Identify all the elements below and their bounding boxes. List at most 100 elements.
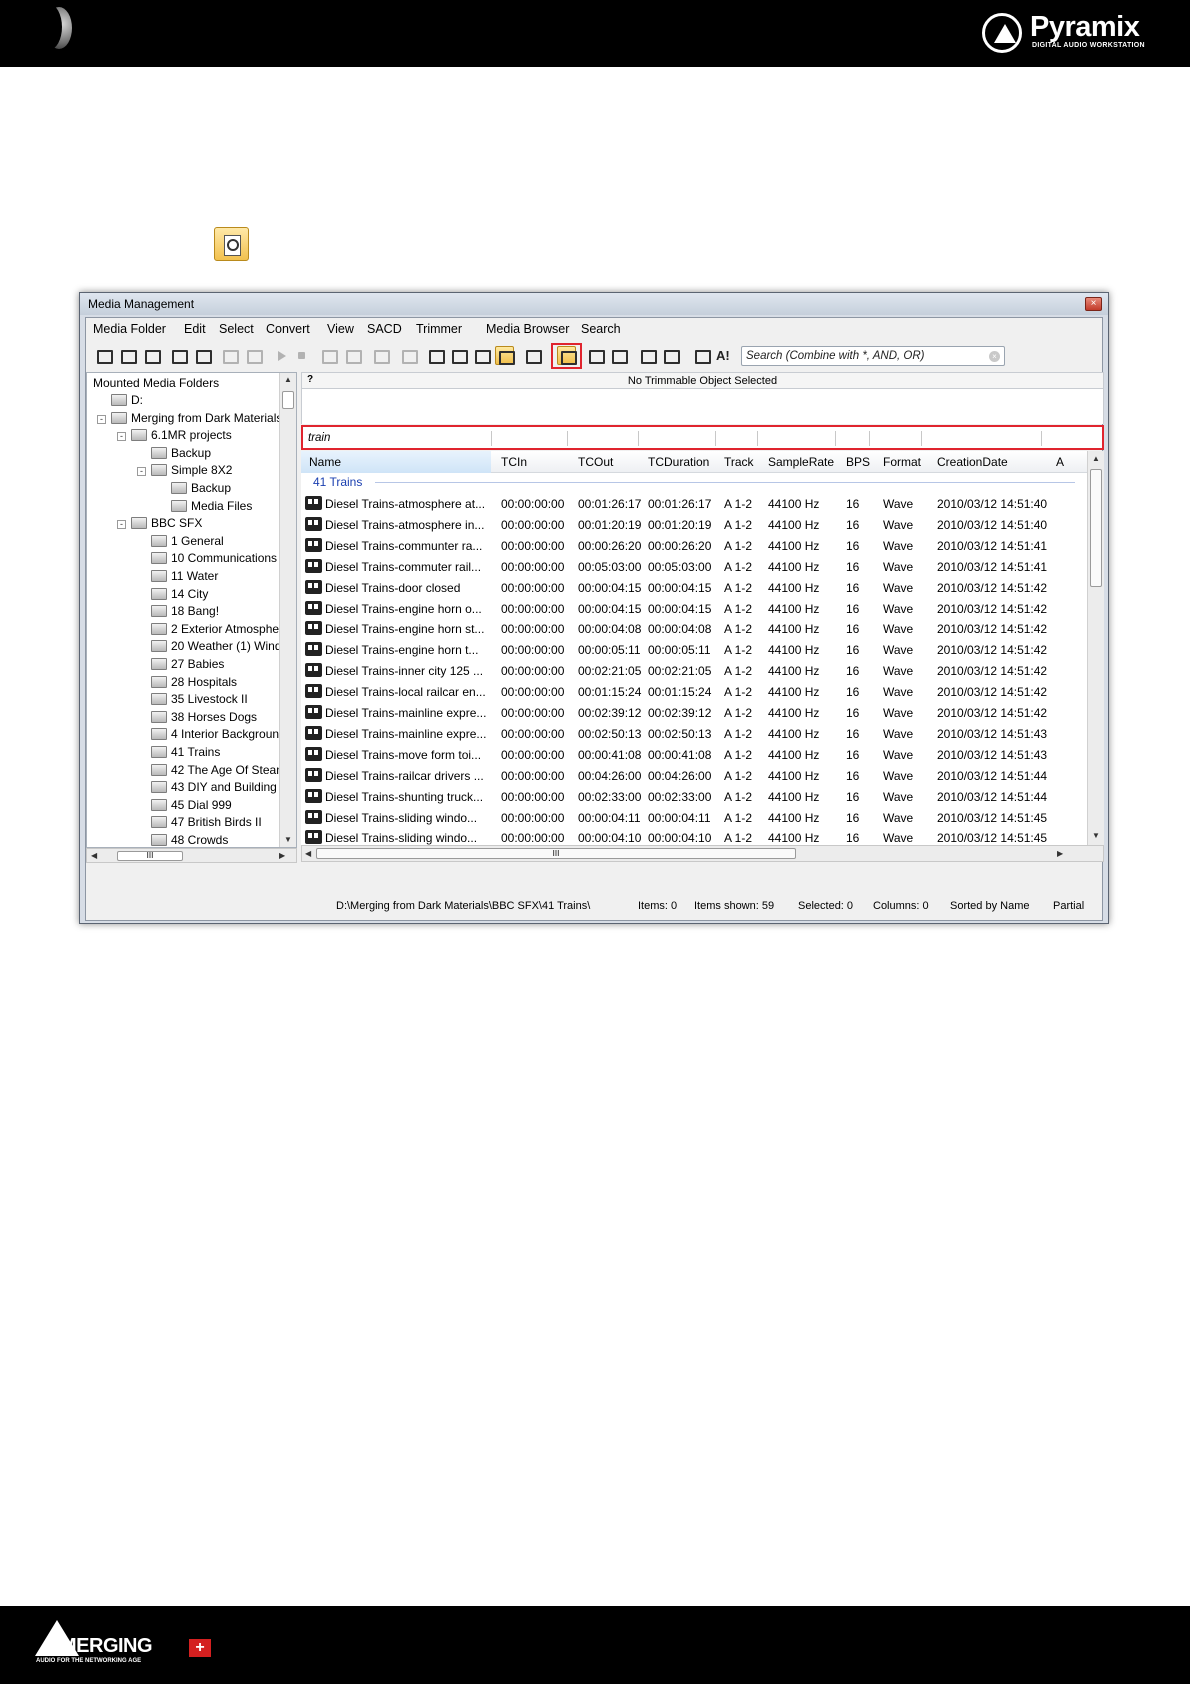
- list-horizontal-scrollbar[interactable]: ◀ III ▶: [301, 845, 1104, 862]
- menu-media-browser[interactable]: Media Browser: [486, 322, 569, 336]
- tree-node[interactable]: 10 Communications: [151, 551, 277, 565]
- snapshot-icon[interactable]: [193, 346, 212, 365]
- import-icon[interactable]: [638, 346, 657, 365]
- table-row[interactable]: Diesel Trains-mainline expre... 00:00:00:…: [301, 702, 1087, 723]
- group-header[interactable]: 41 Trains: [313, 475, 362, 489]
- list-view-icon[interactable]: [449, 346, 468, 365]
- menu-media-folder[interactable]: Media Folder: [93, 322, 166, 336]
- copy-icon[interactable]: [220, 346, 239, 365]
- tree-node[interactable]: Merging from Dark Materials: [111, 411, 282, 425]
- menu-convert[interactable]: Convert: [266, 322, 310, 336]
- tree-node[interactable]: 35 Livestock II: [151, 692, 248, 706]
- tree-hscroll-thumb[interactable]: III: [117, 851, 183, 861]
- column-header-tcout[interactable]: TCOut: [578, 455, 613, 469]
- list-hscroll-thumb[interactable]: III: [316, 848, 796, 859]
- column-header-name[interactable]: Name: [309, 455, 341, 469]
- tree-node[interactable]: Simple 8X2: [151, 463, 232, 477]
- collapse-toggle-icon[interactable]: -: [117, 432, 126, 442]
- tree-node[interactable]: 45 Dial 999: [151, 798, 232, 812]
- column-header-tcduration[interactable]: TCDuration: [648, 455, 709, 469]
- tree-node[interactable]: 27 Babies: [151, 657, 224, 671]
- menu-sacd[interactable]: SACD: [367, 322, 402, 336]
- trimmer-icon[interactable]: [586, 346, 605, 365]
- small-icons-view-icon[interactable]: [426, 346, 445, 365]
- tree-node[interactable]: 20 Weather (1) Winds: [151, 639, 288, 653]
- scroll-up-arrow-icon[interactable]: ▲: [284, 375, 292, 384]
- column-header-samplerate[interactable]: SampleRate: [768, 455, 834, 469]
- tree-node[interactable]: 43 DIY and Building: [151, 780, 277, 794]
- tree-node[interactable]: 6.1MR projects: [131, 428, 232, 442]
- tool-icon[interactable]: [371, 346, 390, 365]
- tree-node[interactable]: Media Files: [171, 499, 252, 513]
- collapse-toggle-icon[interactable]: -: [97, 414, 106, 424]
- column-view-icon[interactable]: [495, 346, 515, 365]
- search-input[interactable]: Search (Combine with *, AND, OR) ×: [741, 346, 1005, 366]
- table-row[interactable]: Diesel Trains-sliding windo... 00:00:00:0…: [301, 827, 1087, 845]
- new-file-icon[interactable]: [319, 346, 338, 365]
- table-row[interactable]: Diesel Trains-engine horn st... 00:00:00:…: [301, 618, 1087, 639]
- scroll-right-arrow-icon[interactable]: ▶: [279, 851, 285, 860]
- tree-node[interactable]: D:: [111, 393, 143, 407]
- play-icon[interactable]: [272, 346, 291, 365]
- tree-node[interactable]: 38 Horses Dogs: [151, 710, 257, 724]
- edit-folder-icon[interactable]: [142, 346, 161, 365]
- details-view-icon[interactable]: [472, 346, 491, 365]
- clear-search-icon[interactable]: ×: [989, 351, 1000, 362]
- stop-icon[interactable]: [292, 346, 311, 365]
- table-row[interactable]: Diesel Trains-sliding windo... 00:00:00:0…: [301, 807, 1087, 828]
- menu-trimmer[interactable]: Trimmer: [416, 322, 462, 336]
- tree-node[interactable]: Backup: [151, 446, 211, 460]
- collapse-toggle-icon[interactable]: -: [137, 467, 146, 477]
- tree-node[interactable]: 48 Crowds: [151, 833, 228, 847]
- open-folder-icon[interactable]: [169, 346, 188, 365]
- document-icon[interactable]: [609, 346, 628, 365]
- table-row[interactable]: Diesel Trains-atmosphere in... 00:00:00:0…: [301, 514, 1087, 535]
- window-titlebar[interactable]: Media Management ×: [80, 293, 1108, 315]
- column-header-tcin[interactable]: TCIn: [501, 455, 527, 469]
- table-row[interactable]: Diesel Trains-move form toi... 00:00:00:0…: [301, 744, 1087, 765]
- name-filter-field[interactable]: train: [308, 432, 330, 444]
- column-header-more[interactable]: A: [1056, 455, 1064, 469]
- menu-select[interactable]: Select: [219, 322, 254, 336]
- unmount-folder-icon[interactable]: [118, 346, 137, 365]
- table-row[interactable]: Diesel Trains-shunting truck... 00:00:00:…: [301, 786, 1087, 807]
- column-header-track[interactable]: Track: [724, 455, 754, 469]
- table-row[interactable]: Diesel Trains-inner city 125 ... 00:00:00…: [301, 660, 1087, 681]
- clipboard-icon[interactable]: [343, 346, 362, 365]
- window-layout-icon[interactable]: [692, 346, 711, 365]
- search-filter-row[interactable]: train: [301, 425, 1104, 450]
- column-header-bps[interactable]: BPS: [846, 455, 870, 469]
- tree-node[interactable]: 2 Exterior Atmosphere: [151, 622, 290, 636]
- tree-node[interactable]: 42 The Age Of Steam: [151, 763, 286, 777]
- tree-node[interactable]: 47 British Birds II: [151, 815, 262, 829]
- paste-icon[interactable]: [244, 346, 263, 365]
- table-row[interactable]: Diesel Trains-mainline expre... 00:00:00:…: [301, 723, 1087, 744]
- tree-node[interactable]: 41 Trains: [151, 745, 220, 759]
- tree-vertical-scrollbar[interactable]: ▲ ▼: [279, 373, 296, 847]
- table-row[interactable]: Diesel Trains-atmosphere at... 00:00:00:0…: [301, 493, 1087, 514]
- tree-node[interactable]: 18 Bang!: [151, 604, 219, 618]
- column-header-creationdate[interactable]: CreationDate: [937, 455, 1008, 469]
- table-row[interactable]: Diesel Trains-engine horn o... 00:00:00:0…: [301, 598, 1087, 619]
- tree-node[interactable]: BBC SFX: [131, 516, 202, 530]
- list-vscroll-thumb[interactable]: [1090, 469, 1102, 587]
- list-vertical-scrollbar[interactable]: ▲ ▼: [1087, 451, 1104, 845]
- export-icon[interactable]: [661, 346, 680, 365]
- tree-node[interactable]: Backup: [171, 481, 231, 495]
- scroll-left-arrow-icon[interactable]: ◀: [91, 851, 97, 860]
- list-scroll-left-icon[interactable]: ◀: [305, 849, 311, 858]
- tree-node[interactable]: 28 Hospitals: [151, 675, 237, 689]
- properties-icon[interactable]: [523, 346, 542, 365]
- scroll-down-arrow-icon[interactable]: ▼: [284, 835, 292, 844]
- tree-node[interactable]: 4 Interior Backgrounds: [151, 727, 292, 741]
- tree-scroll-thumb[interactable]: [282, 391, 294, 409]
- list-scroll-up-icon[interactable]: ▲: [1092, 454, 1100, 463]
- list-scroll-down-icon[interactable]: ▼: [1092, 831, 1100, 840]
- menu-view[interactable]: View: [327, 322, 354, 336]
- collapse-toggle-icon[interactable]: -: [117, 520, 126, 530]
- table-row[interactable]: Diesel Trains-communter ra... 00:00:00:00…: [301, 535, 1087, 556]
- tree-node[interactable]: 14 City: [151, 587, 208, 601]
- table-row[interactable]: Diesel Trains-engine horn t... 00:00:00:0…: [301, 639, 1087, 660]
- tree-horizontal-scrollbar[interactable]: ◀ III ▶: [86, 848, 297, 863]
- mount-folder-icon[interactable]: [94, 346, 113, 365]
